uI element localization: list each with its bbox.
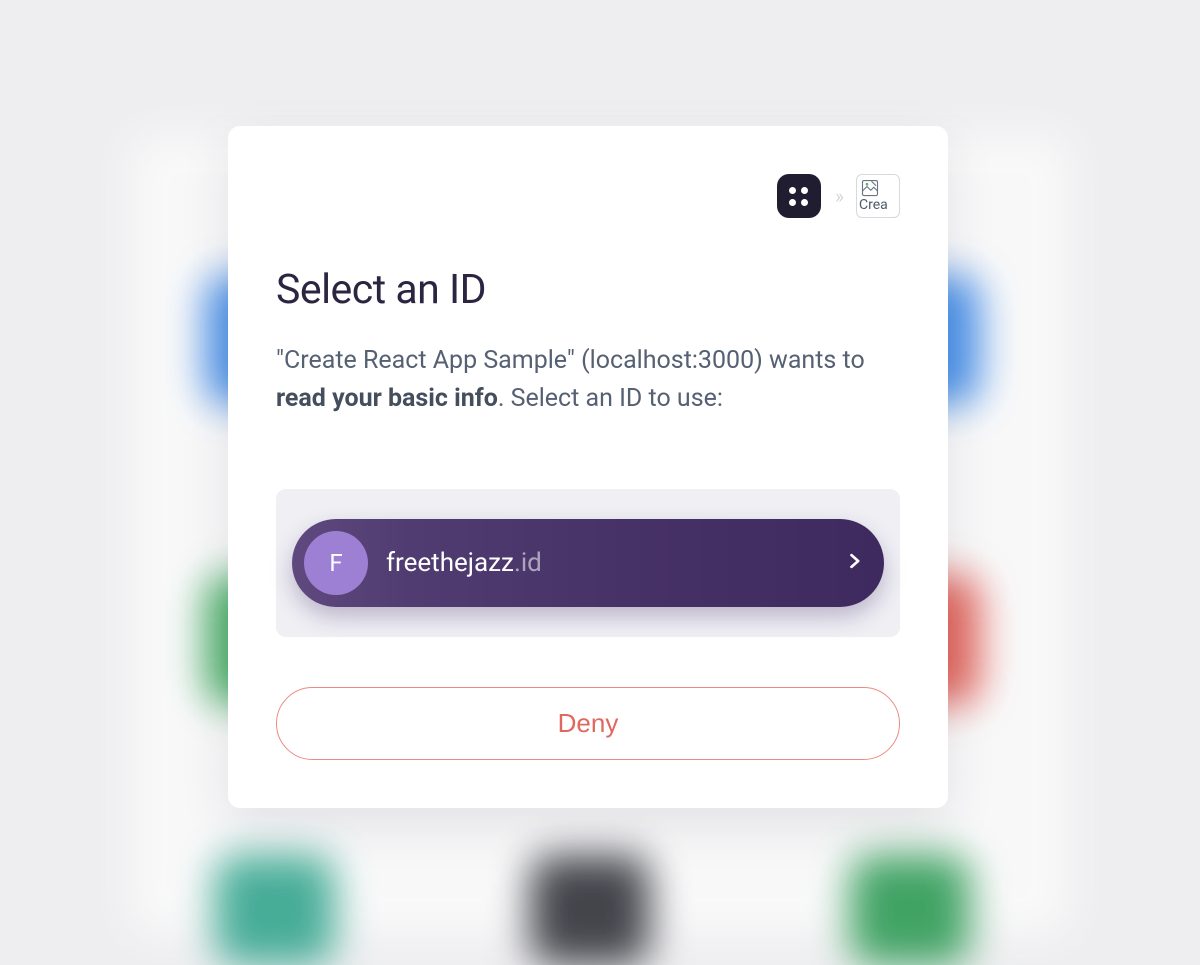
deny-button[interactable]: Deny [276, 687, 900, 760]
modal-title: Select an ID [276, 266, 900, 314]
destination-app-icon: Crea [856, 174, 900, 218]
modal-description: "Create React App Sample" (localhost:300… [276, 342, 900, 417]
desc-prefix: "Create React App Sample" (localhost:300… [276, 346, 865, 375]
auth-modal: » Crea Select an ID "Create React App Sa… [228, 126, 948, 808]
identity-name-main: freethejazz [386, 548, 514, 578]
deny-button-label: Deny [558, 708, 619, 739]
identity-name: freethejazz.id [386, 548, 826, 578]
destination-app-alt-text: Crea [859, 197, 897, 213]
transfer-chevron-icon: » [835, 186, 838, 206]
four-dots-icon [789, 187, 808, 206]
desc-bold: read your basic info [276, 384, 498, 413]
source-app-icon [777, 174, 821, 218]
identity-option[interactable]: F freethejazz.id [292, 519, 884, 607]
chevron-right-icon [844, 549, 864, 577]
modal-header-icons: » Crea [276, 174, 900, 218]
desc-suffix: . Select an ID to use: [498, 384, 723, 413]
identity-list: F freethejazz.id [276, 489, 900, 637]
identity-name-suffix: .id [514, 548, 542, 578]
avatar: F [304, 531, 368, 595]
